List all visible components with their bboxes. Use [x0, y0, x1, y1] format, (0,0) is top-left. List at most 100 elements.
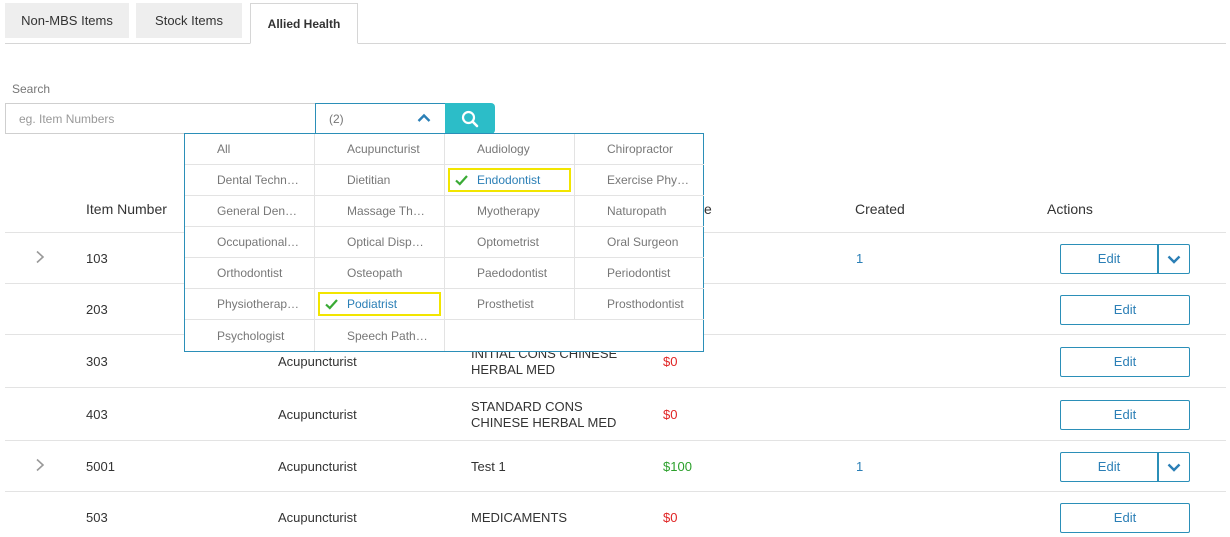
search-input[interactable]	[5, 103, 316, 134]
specialty-option[interactable]: Periodontist	[575, 258, 704, 289]
specialty-option[interactable]: Acupuncturist	[315, 134, 445, 165]
specialty-option-label: Periodontist	[607, 266, 671, 280]
created-cell: 1	[856, 250, 864, 266]
specialty-option-label: General Den…	[217, 204, 298, 218]
specialty-option[interactable]: Physiotherap…	[185, 289, 315, 320]
specialty-option-label: Osteopath	[347, 266, 403, 280]
specialty-option-label: Prosthetist	[477, 297, 534, 311]
tab-stock-items[interactable]: Stock Items	[136, 3, 242, 38]
specialty-option[interactable]: Psychologist	[185, 320, 315, 351]
header-price[interactable]: e	[704, 201, 712, 217]
edit-button[interactable]: Edit	[1060, 294, 1190, 325]
tab-allied-health[interactable]: Allied Health	[250, 3, 358, 44]
chevron-up-icon	[417, 113, 431, 122]
row-actions: Edit	[1060, 294, 1190, 325]
specialty-option-label: Endodontist	[477, 173, 541, 187]
tab-non-mbs-items[interactable]: Non-MBS Items	[5, 3, 129, 38]
specialty-option[interactable]: Prosthodontist	[575, 289, 704, 320]
item-number-cell: 503	[86, 509, 108, 525]
edit-options-toggle[interactable]	[1158, 451, 1190, 482]
specialty-option[interactable]: Osteopath	[315, 258, 445, 289]
specialty-option-label: All	[217, 142, 231, 156]
price-cell: $0	[663, 353, 678, 369]
header-item-number[interactable]: Item Number	[86, 201, 167, 217]
chevron-right-icon[interactable]	[35, 250, 45, 264]
edit-button[interactable]: Edit	[1060, 502, 1190, 533]
specialty-option-label: Prosthodontist	[607, 297, 684, 311]
row-actions: Edit	[1060, 346, 1190, 377]
chevron-right-icon[interactable]	[35, 458, 45, 472]
specialty-option-label: Chiropractor	[607, 142, 674, 156]
checkmark-icon	[325, 299, 338, 310]
edit-button[interactable]: Edit	[1060, 399, 1190, 430]
specialty-option-label: Naturopath	[607, 204, 667, 218]
checkmark-icon	[455, 175, 468, 186]
specialty-option[interactable]: Naturopath	[575, 196, 704, 227]
specialty-option-label: Massage Th…	[347, 204, 425, 218]
category-cell: Acupuncturist	[278, 509, 357, 525]
price-cell: $0	[663, 509, 678, 525]
item-number-cell: 403	[86, 406, 108, 422]
specialty-option-label: Physiotherap…	[217, 297, 300, 311]
specialty-option[interactable]: Prosthetist	[445, 289, 575, 320]
description-cell: Test 1	[471, 458, 506, 474]
specialty-filter-select[interactable]: (2)	[315, 103, 446, 134]
specialty-option[interactable]: All	[185, 134, 315, 165]
specialty-option[interactable]: Myotherapy	[445, 196, 575, 227]
specialty-option[interactable]: Optical Disp…	[315, 227, 445, 258]
specialty-option[interactable]: Speech Path…	[315, 320, 445, 351]
specialty-option[interactable]: Podiatrist	[315, 289, 445, 320]
row-actions: Edit	[1060, 451, 1190, 482]
header-created[interactable]: Created	[855, 201, 905, 217]
specialty-option[interactable]: Chiropractor	[575, 134, 704, 165]
specialty-option-label: Optical Disp…	[347, 235, 424, 249]
specialty-option-label: Audiology	[477, 142, 530, 156]
search-icon	[461, 110, 479, 127]
empty-cell	[575, 320, 704, 351]
search-button[interactable]	[445, 103, 495, 134]
specialty-option[interactable]: Dental Techn…	[185, 165, 315, 196]
specialty-option[interactable]: Orthodontist	[185, 258, 315, 289]
specialty-option[interactable]: Paedodontist	[445, 258, 575, 289]
specialty-option[interactable]: Endodontist	[445, 165, 575, 196]
specialty-option-label: Oral Surgeon	[607, 235, 679, 249]
specialty-option[interactable]: Occupational…	[185, 227, 315, 258]
specialty-option-label: Dietitian	[347, 173, 391, 187]
specialty-option-label: Exercise Phy…	[607, 173, 690, 187]
item-number-cell: 103	[86, 250, 108, 266]
specialty-option[interactable]: General Den…	[185, 196, 315, 227]
header-actions: Actions	[1047, 201, 1093, 217]
specialty-option-label: Occupational…	[217, 235, 300, 249]
description-cell: MEDICAMENTS	[471, 509, 568, 525]
specialty-option[interactable]: Audiology	[445, 134, 575, 165]
specialty-option-label: Myotherapy	[477, 204, 540, 218]
item-number-cell: 303	[86, 353, 108, 369]
description-cell: STANDARD CONS CHINESE HERBAL MED	[471, 399, 616, 431]
specialty-option[interactable]: Exercise Phy…	[575, 165, 704, 196]
filter-selected-count: (2)	[329, 111, 344, 126]
specialty-option[interactable]: Optometrist	[445, 227, 575, 258]
row-actions: Edit	[1060, 502, 1190, 533]
specialty-options-grid: All Acupuncturist Audiology Chiropractor Den…	[185, 134, 704, 351]
table-row	[5, 492, 1226, 537]
edit-button[interactable]: Edit	[1060, 243, 1158, 274]
specialty-dropdown: All Acupuncturist Audiology Chiropractor Den…	[184, 133, 704, 352]
table-row	[5, 441, 1226, 492]
description-line: HERBAL MED	[471, 361, 556, 377]
specialty-option[interactable]: Oral Surgeon	[575, 227, 704, 258]
specialty-option[interactable]: Dietitian	[315, 165, 445, 196]
specialty-option[interactable]: Massage Th…	[315, 196, 445, 227]
row-actions: Edit	[1060, 399, 1190, 430]
tab-bar: Non-MBS Items Stock Items Allied Health	[5, 3, 1226, 44]
specialty-option-label: Paedodontist	[477, 266, 548, 280]
specialty-option-label: Speech Path…	[347, 328, 428, 343]
category-cell: Acupuncturist	[278, 458, 357, 474]
edit-options-toggle[interactable]	[1158, 243, 1190, 274]
item-number-cell: 5001	[86, 458, 115, 474]
edit-button[interactable]: Edit	[1060, 451, 1158, 482]
edit-button[interactable]: Edit	[1060, 346, 1190, 377]
chevron-down-icon	[1167, 463, 1181, 472]
specialty-option-label: Dental Techn…	[217, 173, 299, 187]
category-cell: Acupuncturist	[278, 406, 357, 422]
specialty-option-label: Podiatrist	[347, 297, 398, 311]
